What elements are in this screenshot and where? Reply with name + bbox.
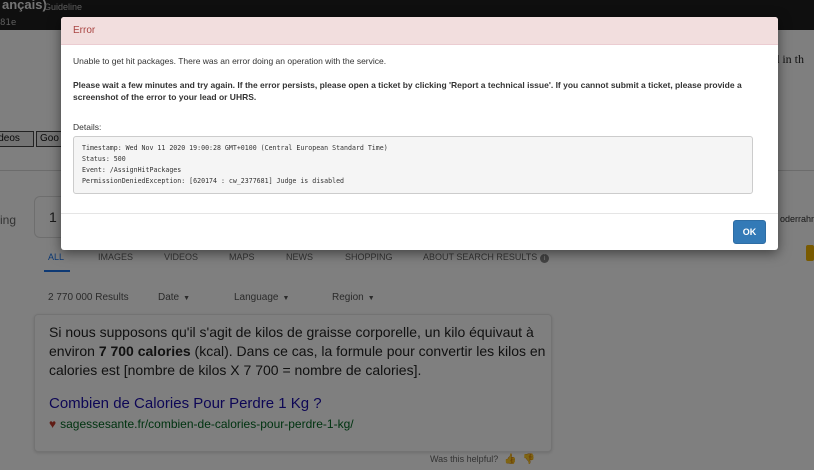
details-box[interactable]: Timestamp: Wed Nov 11 2020 19:00:28 GMT+…	[73, 136, 753, 194]
details-status: Status: 500	[82, 155, 126, 163]
error-dialog: Error Unable to get hit packages. There …	[61, 17, 778, 250]
error-message: Unable to get hit packages. There was an…	[73, 56, 387, 66]
dialog-header: Error	[61, 17, 778, 45]
details-timestamp: Timestamp: Wed Nov 11 2020 19:00:28 GMT+…	[82, 144, 388, 152]
details-exception: PermissionDeniedException: [620174 : cw_…	[82, 177, 345, 185]
dialog-footer-divider	[61, 213, 778, 214]
details-label: Details:	[73, 122, 102, 132]
dialog-title: Error	[73, 25, 96, 36]
details-event: Event: /AssignHitPackages	[82, 166, 182, 174]
dialog-body: Unable to get hit packages. There was an…	[73, 55, 763, 194]
ok-button[interactable]: OK	[733, 220, 766, 244]
error-instructions: Please wait a few minutes and try again.…	[73, 80, 742, 102]
